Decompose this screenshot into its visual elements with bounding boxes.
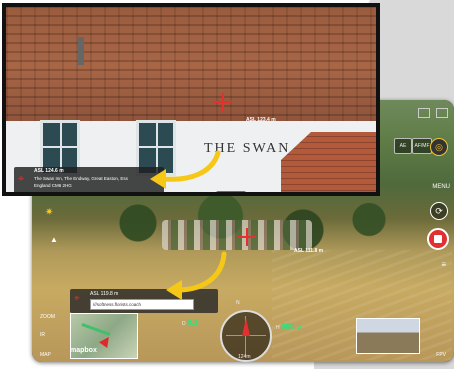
zoom-label[interactable]: ZOOM xyxy=(40,314,55,320)
camera-settings-icon[interactable]: ◎ xyxy=(430,138,448,156)
village-houses xyxy=(162,220,312,250)
address-line-1: The Swan Inn, The Endway, Great Easton, … xyxy=(34,176,128,181)
speed-value: 0.1 xyxy=(187,318,199,327)
record-button[interactable] xyxy=(427,228,449,250)
top-status-bar xyxy=(414,108,448,118)
altitude-label: H xyxy=(276,325,280,331)
callout-arrow-icon xyxy=(166,251,227,300)
tiled-roof xyxy=(6,7,376,125)
compass-north-label: N xyxy=(236,300,240,306)
asl-label: ASL 119.8 m xyxy=(90,291,119,297)
mapbox-logo: mapbox xyxy=(70,347,97,354)
asl-label: ASL 124.6 m xyxy=(34,168,64,174)
menu-button[interactable]: MENU xyxy=(432,184,450,190)
gimbal-indicator xyxy=(216,191,246,192)
map-label[interactable]: MAP xyxy=(40,352,51,358)
heading-needle-icon xyxy=(242,318,250,336)
location-pin-icon: ⌖ xyxy=(74,293,80,304)
battery-icon xyxy=(418,108,431,118)
address-line-2: England CM6 2HG xyxy=(34,183,72,188)
speed-readout: D 0.1 xyxy=(182,318,198,327)
fpv-preview[interactable] xyxy=(356,318,420,354)
altitude-value: 080.5 xyxy=(281,322,302,331)
ae-button[interactable]: AE xyxy=(394,138,412,154)
drone-position-icon xyxy=(99,334,113,348)
what3words-address-field[interactable]: ///softness.florists.coach xyxy=(90,299,194,310)
sliders-icon[interactable]: ≡ xyxy=(441,260,446,269)
af-mf-button[interactable]: AF/MF xyxy=(412,138,432,154)
target-asl-label: ASL 123.4 m xyxy=(246,117,276,123)
speed-label: D xyxy=(182,321,186,327)
location-panel: ⌖ ASL 124.6 m The Swan Inn, The Endway, … xyxy=(14,167,164,192)
signal-icon xyxy=(436,108,448,118)
altitude-readout: H 080.5 xyxy=(276,322,301,331)
zoomed-camera-view: THE SWAN ASL 123.4 m ⌖ ASL 124.6 m The S… xyxy=(2,3,380,196)
sun-icon: ✷ xyxy=(45,207,54,218)
roof-vent xyxy=(78,37,84,65)
target-crosshair xyxy=(214,93,232,111)
location-pin-icon: ⌖ xyxy=(18,173,25,185)
callout-arrow-icon xyxy=(150,150,221,189)
center-asl-label: ASL 111.8 m xyxy=(294,248,324,254)
switch-camera-icon[interactable]: ⟳ xyxy=(430,202,448,220)
ir-label: IR xyxy=(40,332,45,338)
fpv-label[interactable]: FPV xyxy=(436,352,446,358)
compass-arrow-icon[interactable]: ▲ xyxy=(50,235,58,244)
distance-label: 124m xyxy=(238,354,251,360)
target-crosshair xyxy=(238,228,256,246)
